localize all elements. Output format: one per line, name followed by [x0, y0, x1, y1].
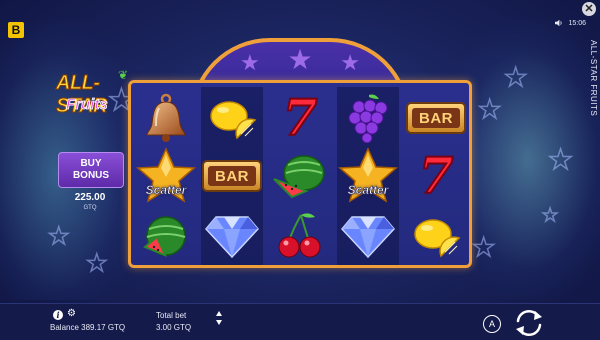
symbol-watermelon — [269, 147, 331, 205]
background-star-icon: ★ — [503, 62, 528, 92]
diamond-icon — [341, 216, 395, 259]
bell-icon — [146, 93, 186, 142]
bet-increase-icon[interactable] — [216, 311, 222, 316]
buy-bonus-line1: BUY — [80, 158, 102, 169]
seven-symbol: 7 — [282, 88, 319, 147]
info-icon[interactable]: i — [53, 310, 63, 320]
symbol-bar: BAR — [405, 89, 467, 147]
bar-label: BAR — [208, 166, 256, 186]
scatter-symbol: Scatter — [334, 147, 402, 205]
star-icon: ★ — [287, 44, 313, 75]
reel-column-2: BAR — [201, 87, 263, 265]
game-title: ALL-STAR FRUITS — [589, 40, 598, 117]
bar-label: BAR — [412, 108, 460, 128]
total-bet-label: Total bet — [156, 311, 187, 320]
arch-stars: ★ ★ ★ — [240, 46, 360, 74]
reel-grid: Scatter BAR 7 Scatter BAR 7 — [128, 80, 472, 268]
bar-symbol: BAR — [406, 102, 466, 134]
autoplay-label: A — [488, 319, 495, 329]
seven-symbol: 7 — [418, 146, 455, 205]
close-button[interactable]: ✕ — [582, 2, 596, 16]
grapes-icon — [348, 94, 388, 143]
buy-bonus-line2: BONUS — [72, 170, 110, 181]
lemon-icon — [210, 101, 257, 140]
reel-column-3: 7 — [269, 87, 331, 265]
reel-column-4: Scatter — [337, 87, 399, 265]
background-star-icon: ★ — [547, 144, 574, 175]
symbol-scatter: Scatter — [337, 147, 399, 205]
bar-symbol: BAR — [202, 160, 262, 192]
symbol-bell — [135, 89, 197, 147]
reel-column-1: Scatter — [135, 87, 197, 265]
bonus-currency: GTQ — [83, 205, 97, 211]
bet-decrease-icon[interactable] — [216, 320, 222, 325]
star-icon: ★ — [340, 50, 360, 75]
balance-display: Balance 389.17 GTQ — [50, 323, 126, 332]
star-icon: ★ — [240, 50, 260, 75]
symbol-seven: 7 — [405, 147, 467, 205]
symbol-bar: BAR — [201, 147, 263, 205]
status-row: 15:06 — [555, 19, 586, 27]
symbol-seven: 7 — [269, 89, 331, 147]
bet-stepper — [216, 311, 222, 325]
background-star-icon: ★ — [477, 94, 502, 124]
bottom-bar — [0, 303, 600, 340]
symbol-lemon — [201, 89, 263, 147]
total-bet-value: 3.00 GTQ — [156, 323, 192, 332]
buy-bonus-button[interactable]: BUY BONUS — [58, 152, 124, 188]
watermelon-icon — [273, 155, 325, 199]
background-star-icon: ★ — [47, 223, 70, 250]
symbol-grapes — [337, 89, 399, 147]
scatter-label: Scatter — [347, 183, 389, 198]
reel-column-5: BAR 7 — [405, 87, 467, 265]
diamond-icon — [205, 216, 259, 259]
symbol-diamond — [201, 207, 263, 265]
symbol-cherries — [269, 207, 331, 265]
game-logo: ❦ ALL-STAR Fruits — [52, 68, 132, 128]
symbol-diamond — [337, 207, 399, 265]
symbol-watermelon — [135, 207, 197, 265]
clock-time: 15:06 — [568, 19, 586, 27]
bonus-price: 225.00 — [74, 192, 106, 203]
scatter-symbol: Scatter — [132, 147, 200, 205]
brand-logo-badge[interactable]: B — [8, 22, 24, 38]
scatter-label: Scatter — [145, 183, 187, 198]
symbol-lemon — [405, 207, 467, 265]
close-icon: ✕ — [584, 2, 594, 15]
watermelon-icon — [143, 216, 186, 257]
symbol-scatter: Scatter — [135, 147, 197, 205]
background-star-icon: ★ — [85, 250, 108, 277]
lemon-icon — [414, 219, 461, 258]
cherries-icon — [278, 213, 321, 258]
logo-subtitle: Fruits — [66, 96, 108, 114]
background-star-icon: ★ — [471, 232, 496, 262]
spin-button[interactable] — [512, 308, 546, 338]
background-star-icon: ★ — [541, 205, 559, 225]
speaker-icon[interactable] — [555, 19, 563, 27]
autoplay-button[interactable]: A — [483, 315, 501, 333]
gear-icon[interactable]: ⚙ — [67, 309, 76, 319]
